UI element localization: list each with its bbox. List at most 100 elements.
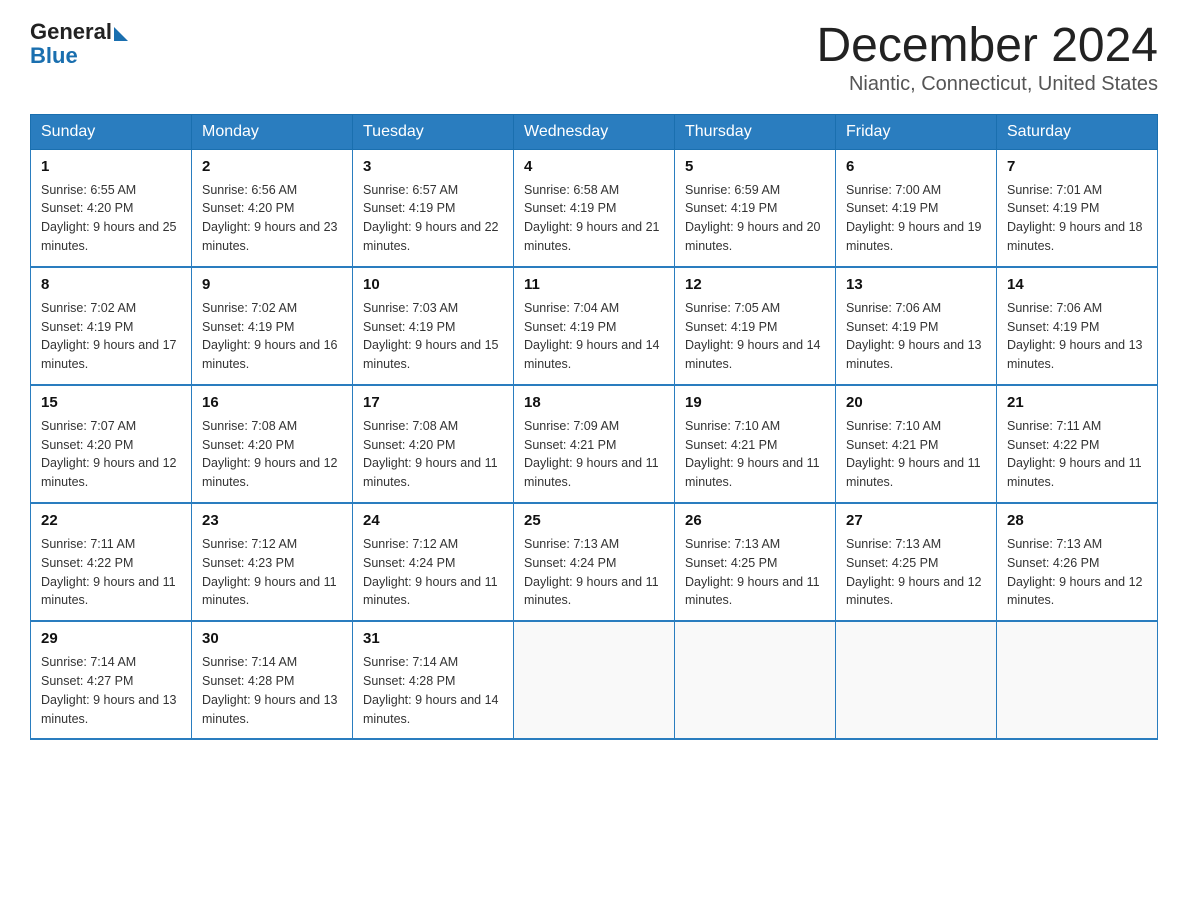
calendar-day-cell: 20 Sunrise: 7:10 AMSunset: 4:21 PMDaylig…	[836, 385, 997, 503]
page-subtitle: Niantic, Connecticut, United States	[816, 73, 1158, 96]
day-number: 29	[41, 628, 181, 650]
calendar-day-cell: 3 Sunrise: 6:57 AMSunset: 4:19 PMDayligh…	[353, 149, 514, 267]
day-number: 28	[1007, 510, 1147, 532]
calendar-day-cell: 18 Sunrise: 7:09 AMSunset: 4:21 PMDaylig…	[514, 385, 675, 503]
calendar-day-cell: 15 Sunrise: 7:07 AMSunset: 4:20 PMDaylig…	[31, 385, 192, 503]
day-info: Sunrise: 7:14 AMSunset: 4:28 PMDaylight:…	[363, 655, 499, 726]
day-info: Sunrise: 6:57 AMSunset: 4:19 PMDaylight:…	[363, 183, 499, 254]
day-number: 20	[846, 392, 986, 414]
calendar-day-cell: 2 Sunrise: 6:56 AMSunset: 4:20 PMDayligh…	[192, 149, 353, 267]
day-number: 2	[202, 156, 342, 178]
day-number: 19	[685, 392, 825, 414]
day-info: Sunrise: 6:58 AMSunset: 4:19 PMDaylight:…	[524, 183, 660, 254]
day-info: Sunrise: 7:13 AMSunset: 4:24 PMDaylight:…	[524, 537, 659, 608]
day-number: 12	[685, 274, 825, 296]
title-block: December 2024 Niantic, Connecticut, Unit…	[816, 20, 1158, 96]
calendar-day-cell: 26 Sunrise: 7:13 AMSunset: 4:25 PMDaylig…	[675, 503, 836, 621]
calendar-day-cell: 29 Sunrise: 7:14 AMSunset: 4:27 PMDaylig…	[31, 621, 192, 739]
logo-blue: Blue	[30, 44, 78, 68]
calendar-day-header: Wednesday	[514, 114, 675, 149]
day-number: 25	[524, 510, 664, 532]
day-info: Sunrise: 7:01 AMSunset: 4:19 PMDaylight:…	[1007, 183, 1143, 254]
calendar-day-cell	[836, 621, 997, 739]
calendar-day-header: Friday	[836, 114, 997, 149]
calendar-day-cell: 5 Sunrise: 6:59 AMSunset: 4:19 PMDayligh…	[675, 149, 836, 267]
day-info: Sunrise: 7:08 AMSunset: 4:20 PMDaylight:…	[202, 419, 338, 490]
calendar-day-cell: 27 Sunrise: 7:13 AMSunset: 4:25 PMDaylig…	[836, 503, 997, 621]
calendar-week-row: 8 Sunrise: 7:02 AMSunset: 4:19 PMDayligh…	[31, 267, 1158, 385]
day-info: Sunrise: 7:06 AMSunset: 4:19 PMDaylight:…	[846, 301, 982, 372]
day-number: 22	[41, 510, 181, 532]
calendar-day-cell: 19 Sunrise: 7:10 AMSunset: 4:21 PMDaylig…	[675, 385, 836, 503]
day-info: Sunrise: 7:03 AMSunset: 4:19 PMDaylight:…	[363, 301, 499, 372]
day-info: Sunrise: 7:13 AMSunset: 4:25 PMDaylight:…	[846, 537, 982, 608]
day-info: Sunrise: 7:00 AMSunset: 4:19 PMDaylight:…	[846, 183, 982, 254]
day-number: 26	[685, 510, 825, 532]
calendar-day-header: Saturday	[997, 114, 1158, 149]
day-number: 6	[846, 156, 986, 178]
calendar-day-cell: 10 Sunrise: 7:03 AMSunset: 4:19 PMDaylig…	[353, 267, 514, 385]
day-number: 10	[363, 274, 503, 296]
day-number: 27	[846, 510, 986, 532]
day-info: Sunrise: 7:12 AMSunset: 4:24 PMDaylight:…	[363, 537, 498, 608]
day-number: 3	[363, 156, 503, 178]
calendar-day-header: Thursday	[675, 114, 836, 149]
calendar-day-cell: 22 Sunrise: 7:11 AMSunset: 4:22 PMDaylig…	[31, 503, 192, 621]
logo-triangle-icon	[114, 27, 128, 41]
calendar-day-cell: 14 Sunrise: 7:06 AMSunset: 4:19 PMDaylig…	[997, 267, 1158, 385]
calendar-day-cell: 31 Sunrise: 7:14 AMSunset: 4:28 PMDaylig…	[353, 621, 514, 739]
day-info: Sunrise: 7:11 AMSunset: 4:22 PMDaylight:…	[1007, 419, 1142, 490]
calendar-day-cell: 17 Sunrise: 7:08 AMSunset: 4:20 PMDaylig…	[353, 385, 514, 503]
calendar-day-cell: 16 Sunrise: 7:08 AMSunset: 4:20 PMDaylig…	[192, 385, 353, 503]
logo: General Blue	[30, 20, 128, 68]
calendar-day-cell: 12 Sunrise: 7:05 AMSunset: 4:19 PMDaylig…	[675, 267, 836, 385]
day-number: 8	[41, 274, 181, 296]
calendar-day-header: Tuesday	[353, 114, 514, 149]
day-info: Sunrise: 7:12 AMSunset: 4:23 PMDaylight:…	[202, 537, 337, 608]
calendar-day-cell: 9 Sunrise: 7:02 AMSunset: 4:19 PMDayligh…	[192, 267, 353, 385]
calendar-day-cell: 1 Sunrise: 6:55 AMSunset: 4:20 PMDayligh…	[31, 149, 192, 267]
day-info: Sunrise: 7:10 AMSunset: 4:21 PMDaylight:…	[685, 419, 820, 490]
day-number: 1	[41, 156, 181, 178]
day-number: 16	[202, 392, 342, 414]
day-number: 31	[363, 628, 503, 650]
day-number: 11	[524, 274, 664, 296]
day-number: 5	[685, 156, 825, 178]
calendar-day-cell: 28 Sunrise: 7:13 AMSunset: 4:26 PMDaylig…	[997, 503, 1158, 621]
day-number: 23	[202, 510, 342, 532]
calendar-day-cell: 7 Sunrise: 7:01 AMSunset: 4:19 PMDayligh…	[997, 149, 1158, 267]
calendar-day-cell: 4 Sunrise: 6:58 AMSunset: 4:19 PMDayligh…	[514, 149, 675, 267]
day-info: Sunrise: 7:07 AMSunset: 4:20 PMDaylight:…	[41, 419, 177, 490]
calendar-week-row: 29 Sunrise: 7:14 AMSunset: 4:27 PMDaylig…	[31, 621, 1158, 739]
calendar-day-cell: 24 Sunrise: 7:12 AMSunset: 4:24 PMDaylig…	[353, 503, 514, 621]
calendar-day-cell	[675, 621, 836, 739]
day-number: 30	[202, 628, 342, 650]
calendar-day-cell: 25 Sunrise: 7:13 AMSunset: 4:24 PMDaylig…	[514, 503, 675, 621]
day-info: Sunrise: 7:13 AMSunset: 4:25 PMDaylight:…	[685, 537, 820, 608]
day-number: 17	[363, 392, 503, 414]
day-number: 4	[524, 156, 664, 178]
day-number: 21	[1007, 392, 1147, 414]
day-info: Sunrise: 7:06 AMSunset: 4:19 PMDaylight:…	[1007, 301, 1143, 372]
calendar-day-cell: 13 Sunrise: 7:06 AMSunset: 4:19 PMDaylig…	[836, 267, 997, 385]
calendar-table: SundayMondayTuesdayWednesdayThursdayFrid…	[30, 114, 1158, 741]
logo-general: General	[30, 20, 112, 44]
day-info: Sunrise: 6:59 AMSunset: 4:19 PMDaylight:…	[685, 183, 821, 254]
calendar-day-cell: 30 Sunrise: 7:14 AMSunset: 4:28 PMDaylig…	[192, 621, 353, 739]
calendar-day-cell: 11 Sunrise: 7:04 AMSunset: 4:19 PMDaylig…	[514, 267, 675, 385]
day-info: Sunrise: 7:10 AMSunset: 4:21 PMDaylight:…	[846, 419, 981, 490]
day-number: 7	[1007, 156, 1147, 178]
day-number: 13	[846, 274, 986, 296]
day-number: 14	[1007, 274, 1147, 296]
day-info: Sunrise: 7:02 AMSunset: 4:19 PMDaylight:…	[41, 301, 177, 372]
day-info: Sunrise: 6:55 AMSunset: 4:20 PMDaylight:…	[41, 183, 177, 254]
day-info: Sunrise: 7:14 AMSunset: 4:28 PMDaylight:…	[202, 655, 338, 726]
day-info: Sunrise: 6:56 AMSunset: 4:20 PMDaylight:…	[202, 183, 338, 254]
calendar-day-cell: 23 Sunrise: 7:12 AMSunset: 4:23 PMDaylig…	[192, 503, 353, 621]
day-info: Sunrise: 7:02 AMSunset: 4:19 PMDaylight:…	[202, 301, 338, 372]
day-info: Sunrise: 7:05 AMSunset: 4:19 PMDaylight:…	[685, 301, 821, 372]
calendar-week-row: 15 Sunrise: 7:07 AMSunset: 4:20 PMDaylig…	[31, 385, 1158, 503]
calendar-day-cell: 6 Sunrise: 7:00 AMSunset: 4:19 PMDayligh…	[836, 149, 997, 267]
day-number: 9	[202, 274, 342, 296]
day-number: 18	[524, 392, 664, 414]
